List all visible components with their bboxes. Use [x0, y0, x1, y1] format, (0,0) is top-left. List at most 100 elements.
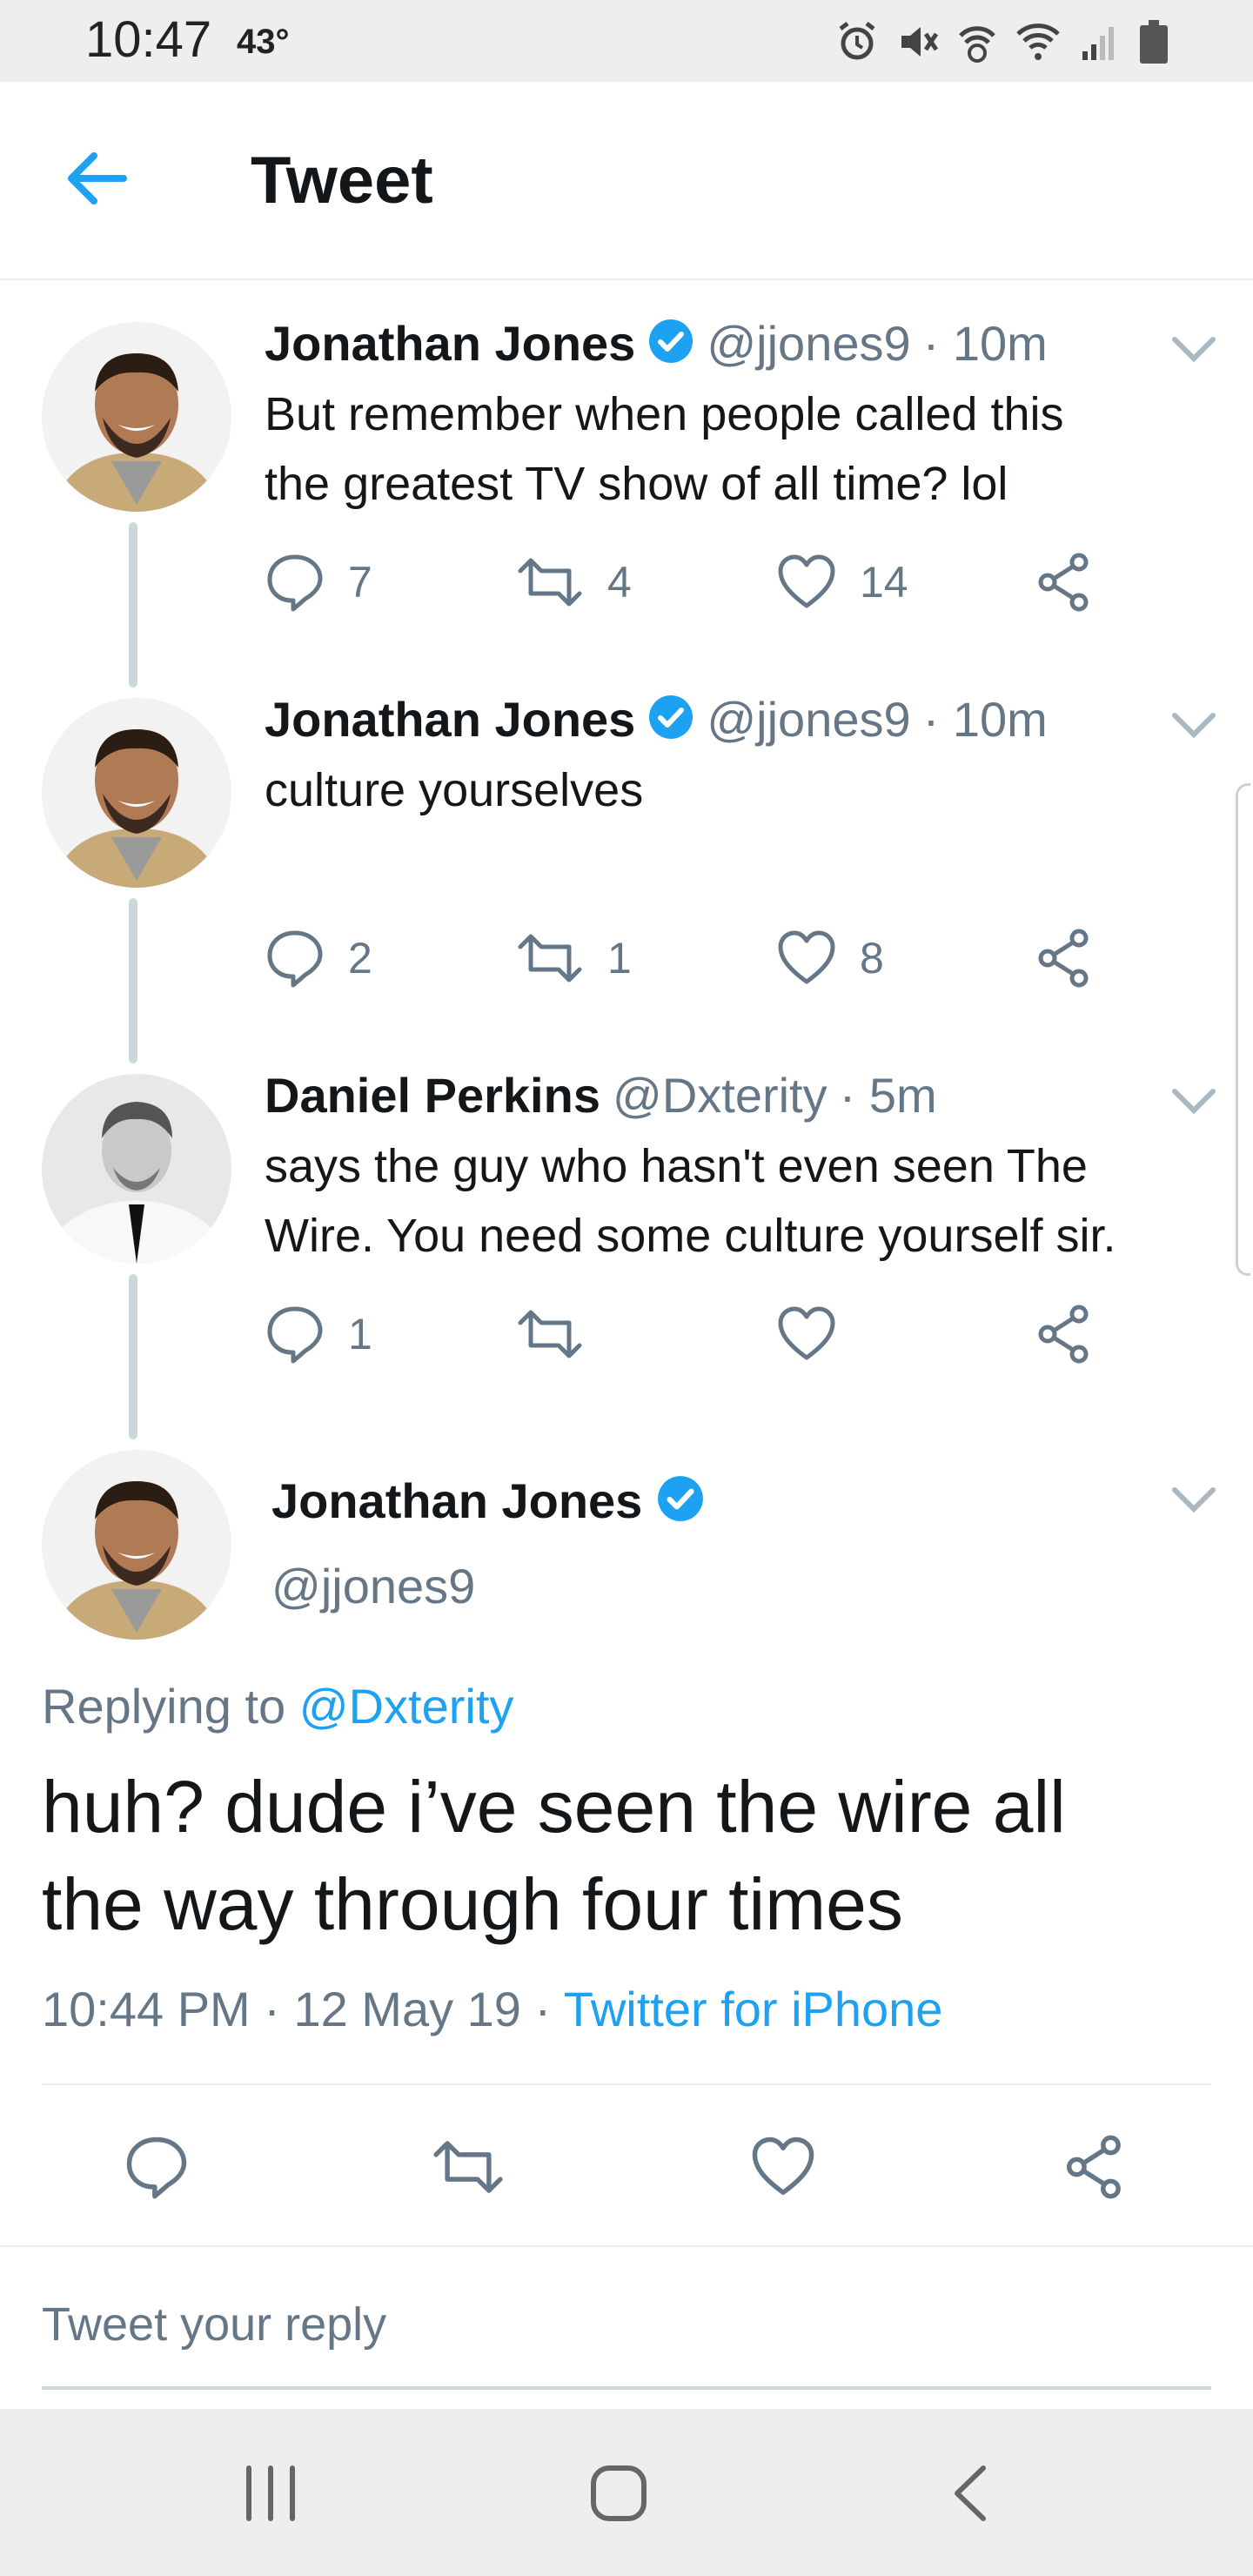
reply-icon: [267, 554, 323, 612]
like-button[interactable]: [750, 2134, 816, 2204]
retweet-button[interactable]: 4: [515, 552, 632, 613]
chevron-down-icon[interactable]: [1171, 336, 1216, 366]
retweet-button[interactable]: [430, 2134, 506, 2204]
reply-input[interactable]: Tweet your reply: [42, 2298, 386, 2351]
retweet-icon: [518, 1310, 582, 1358]
avatar-jjones-icon: [42, 322, 231, 512]
tweet-header: Daniel Perkins @Dxterity · 5m: [265, 1067, 937, 1124]
status-time: 10:47: [85, 11, 212, 68]
main-author-name[interactable]: Jonathan Jones: [271, 1472, 642, 1529]
retweet-icon: [433, 2141, 503, 2193]
heart-icon: [778, 930, 835, 984]
reply-count: 1: [348, 1310, 372, 1358]
back-arrow-icon[interactable]: [63, 148, 132, 213]
share-icon: [1066, 2135, 1121, 2199]
like-button[interactable]: 8: [776, 928, 884, 989]
alarm-icon: [835, 20, 879, 64]
avatar[interactable]: [42, 1074, 231, 1264]
avatar[interactable]: [42, 1450, 231, 1640]
scrollbar[interactable]: [1236, 783, 1250, 1276]
reply-icon: [126, 2137, 187, 2199]
timestamp-text: 10:44 PM · 12 May 19 ·: [42, 1982, 552, 2036]
tweet-text: But remember when people called this the…: [265, 379, 1064, 519]
verified-badge-icon: [647, 694, 694, 745]
retweet-button[interactable]: 1: [515, 928, 632, 989]
avatar[interactable]: [42, 322, 231, 512]
status-temperature: 43°: [237, 23, 290, 61]
retweet-icon: [518, 934, 582, 983]
share-icon: [1038, 1305, 1089, 1364]
chevron-down-icon[interactable]: [1171, 1088, 1216, 1118]
data-icon: [957, 20, 997, 64]
share-button[interactable]: [1063, 2134, 1126, 2204]
tweet-time: · 10m: [922, 692, 1048, 747]
main-author-handle[interactable]: @jjones9: [271, 1558, 475, 1614]
like-button[interactable]: 14: [776, 552, 908, 613]
share-icon: [1038, 553, 1089, 612]
avatar[interactable]: [42, 698, 231, 888]
reply-count: 2: [348, 934, 372, 983]
like-button[interactable]: [776, 1304, 860, 1365]
reply-button[interactable]: 1: [265, 1304, 372, 1365]
verified-badge-icon: [656, 1474, 705, 1527]
divider: [0, 2245, 1253, 2247]
like-count: 14: [860, 558, 908, 607]
reply-count: 7: [348, 558, 372, 607]
thread-line: [129, 1274, 137, 1439]
verified-badge-icon: [647, 318, 694, 369]
share-icon: [1038, 929, 1089, 988]
reply-icon: [267, 930, 323, 988]
retweet-count: 1: [607, 934, 632, 983]
thread-line: [129, 522, 137, 688]
retweet-count: 4: [607, 558, 632, 607]
share-button[interactable]: [1035, 1304, 1093, 1365]
main-tweet-header: Jonathan Jones: [271, 1472, 705, 1529]
tweet-text-line: Wire. You need some culture yourself sir…: [265, 1210, 1116, 1262]
main-tweet-text: huh? dude i’ve seen the wire all the way…: [42, 1758, 1208, 1953]
wifi-icon: [1015, 20, 1062, 64]
author-handle[interactable]: @jjones9: [707, 691, 910, 748]
signal-icon: [1079, 20, 1121, 64]
recent-apps-icon[interactable]: [240, 2463, 301, 2528]
status-icons: [835, 17, 1169, 66]
main-tweet-text-line: the way through four times: [42, 1863, 903, 1945]
reply-button[interactable]: 2: [265, 928, 372, 989]
tweet-header: Jonathan Jones @jjones9 · 10m: [265, 315, 1048, 372]
tweet-text: culture yourselves: [265, 755, 643, 825]
tweet-time: · 5m: [839, 1068, 937, 1123]
author-name[interactable]: Jonathan Jones: [265, 315, 635, 372]
tweet-text: says the guy who hasn't even seen The Wi…: [265, 1131, 1116, 1271]
avatar-jjones-icon: [42, 698, 231, 888]
home-icon[interactable]: [588, 2463, 649, 2528]
mute-icon: [896, 20, 940, 64]
reply-button[interactable]: 7: [265, 552, 372, 613]
author-handle[interactable]: @Dxterity: [613, 1067, 828, 1124]
reply-icon: [267, 1306, 323, 1364]
tweet-text-line: says the guy who hasn't even seen The: [265, 1140, 1088, 1192]
replying-to-link[interactable]: @Dxterity: [299, 1679, 514, 1734]
avatar-jjones-icon: [42, 1450, 231, 1640]
divider: [42, 2083, 1211, 2085]
battery-icon: [1138, 18, 1169, 65]
main-tweet-text-line: huh? dude i’ve seen the wire all: [42, 1766, 1066, 1848]
chevron-down-icon[interactable]: [1171, 1486, 1216, 1517]
retweet-button[interactable]: [515, 1304, 607, 1365]
app-header: [0, 82, 1253, 280]
like-count: 8: [860, 934, 884, 983]
author-handle[interactable]: @jjones9: [707, 315, 910, 372]
author-name[interactable]: Daniel Perkins: [265, 1067, 600, 1124]
tweet-header: Jonathan Jones @jjones9 · 10m: [265, 691, 1048, 748]
tweet-text-line: the greatest TV show of all time? lol: [265, 458, 1008, 510]
replying-to-prefix: Replying to: [42, 1679, 286, 1734]
heart-icon: [752, 2137, 814, 2196]
share-button[interactable]: [1035, 928, 1093, 989]
share-button[interactable]: [1035, 552, 1093, 613]
reply-button[interactable]: [124, 2134, 190, 2204]
chevron-down-icon[interactable]: [1171, 712, 1216, 742]
back-icon[interactable]: [948, 2463, 992, 2528]
system-nav-bar: [0, 2409, 1253, 2576]
author-name[interactable]: Jonathan Jones: [265, 691, 635, 748]
reply-input-underline: [42, 2386, 1211, 2390]
thread-line: [129, 898, 137, 1063]
source-link[interactable]: Twitter for iPhone: [564, 1982, 943, 2036]
